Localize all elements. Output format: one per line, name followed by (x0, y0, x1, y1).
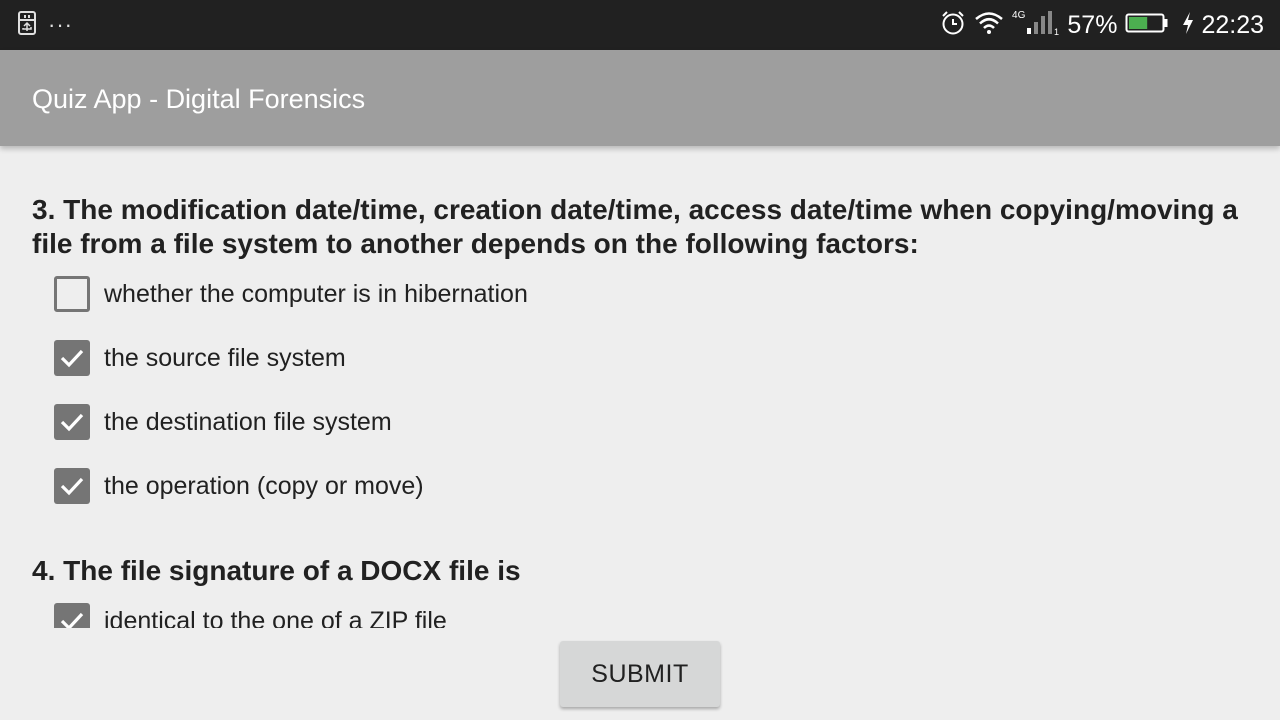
app-bar: Quiz App - Digital Forensics (0, 50, 1280, 146)
option-label: whether the computer is in hibernation (104, 280, 528, 308)
status-left: ··· (16, 10, 73, 40)
question-3-option-4[interactable]: the operation (copy or move) (54, 468, 424, 504)
checkmark-icon (60, 612, 84, 628)
svg-text:1: 1 (1054, 27, 1059, 36)
wifi-icon (974, 11, 1004, 40)
battery-percent: 57% (1067, 10, 1118, 39)
option-label: the source file system (104, 344, 346, 372)
checkbox[interactable] (54, 603, 90, 628)
option-label: the destination file system (104, 408, 392, 436)
checkbox[interactable] (54, 404, 90, 440)
checkmark-icon (60, 413, 84, 432)
checkmark-icon (60, 349, 84, 368)
question-3-option-2[interactable]: the source file system (54, 340, 346, 376)
battery-icon (1125, 12, 1169, 39)
question-3-text: 3. The modification date/time, creation … (32, 194, 1238, 259)
checkbox[interactable] (54, 340, 90, 376)
quiz-scroll-area[interactable]: 3. The modification date/time, creation … (0, 150, 1280, 628)
submit-button[interactable]: SUBMIT (560, 641, 720, 707)
question-3-option-1[interactable]: whether the computer is in hibernation (54, 276, 528, 312)
checkbox[interactable] (54, 468, 90, 504)
alarm-clock-icon (940, 10, 966, 41)
clock-time: 22:23 (1201, 10, 1264, 39)
question-3-option-3[interactable]: the destination file system (54, 404, 392, 440)
question-4-text: 4. The file signature of a DOCX file is (32, 555, 521, 586)
status-bar: ··· 4G 1 57% 22:23 (0, 0, 1280, 50)
app-title: Quiz App - Digital Forensics (32, 84, 366, 114)
signal-icon: 1 (1025, 10, 1059, 41)
option-label: the operation (copy or move) (104, 472, 424, 500)
network-type-label: 4G (1012, 9, 1026, 21)
question-4-option-1[interactable]: identical to the one of a ZIP file (54, 603, 447, 628)
more-notifications-icon: ··· (48, 12, 73, 37)
option-label: identical to the one of a ZIP file (104, 607, 447, 628)
charging-bolt-icon (1181, 11, 1195, 40)
status-right: 4G 1 57% 22:23 (932, 0, 1264, 50)
usb-debug-icon (16, 10, 38, 40)
checkmark-icon (60, 477, 84, 496)
checkbox[interactable] (54, 276, 90, 312)
